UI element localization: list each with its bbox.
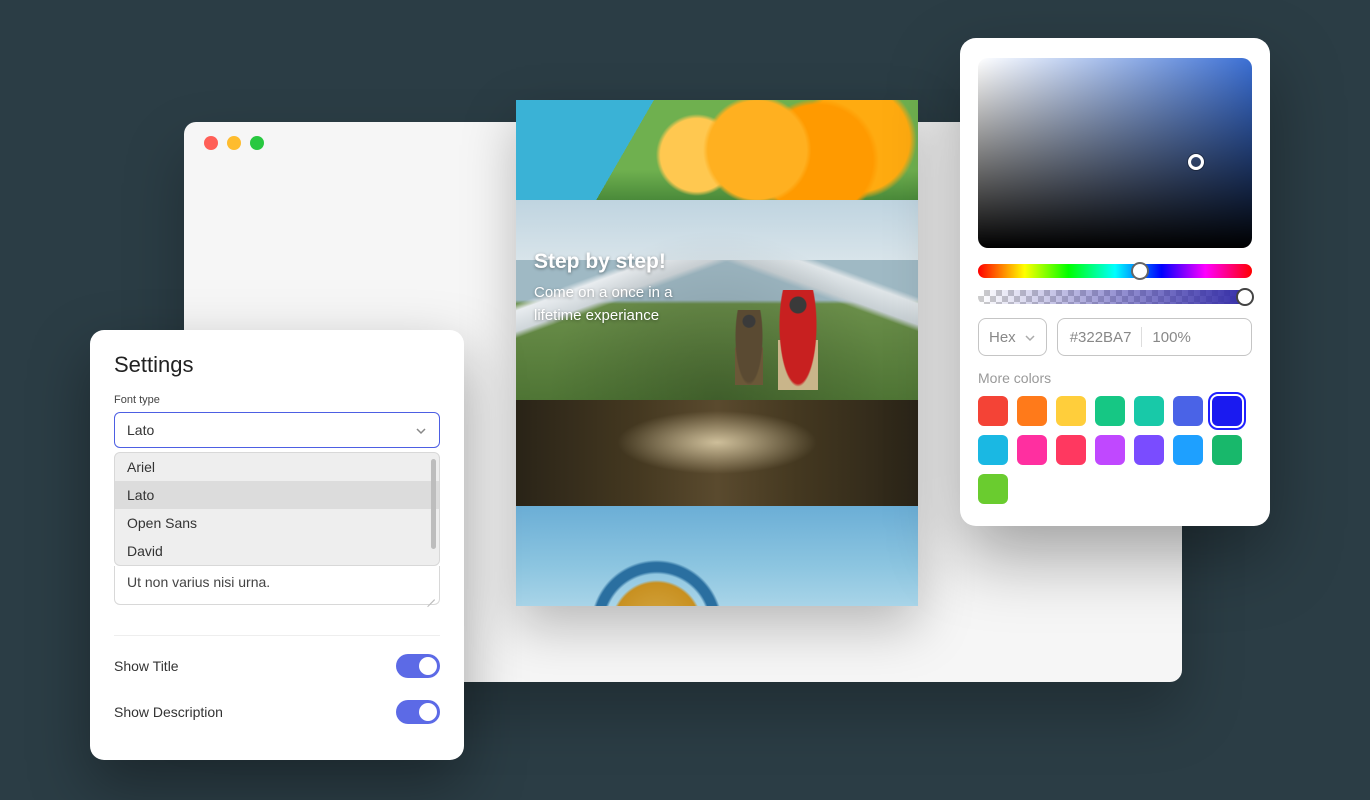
- color-swatch-1[interactable]: [1017, 396, 1047, 426]
- resize-handle-icon[interactable]: [425, 590, 435, 600]
- sample-text-input[interactable]: Ut non varius nisi urna.: [114, 566, 440, 605]
- color-swatch-12[interactable]: [1173, 435, 1203, 465]
- preview-subline: Come on a once in a lifetime experiance: [534, 282, 672, 327]
- preview-image-hikers: Step by step! Come on a once in a lifeti…: [516, 200, 918, 400]
- preview-image-toast: [516, 400, 918, 506]
- alpha-slider[interactable]: [978, 290, 1252, 304]
- color-swatch-4[interactable]: [1134, 396, 1164, 426]
- color-swatch-8[interactable]: [1017, 435, 1047, 465]
- show-description-row: Show Description: [114, 700, 440, 724]
- color-swatch-11[interactable]: [1134, 435, 1164, 465]
- chevron-down-icon: [1024, 331, 1036, 343]
- show-description-toggle[interactable]: [396, 700, 440, 724]
- scrollbar-thumb[interactable]: [431, 459, 436, 549]
- hex-value: #322BA7: [1070, 329, 1132, 346]
- font-type-select[interactable]: Lato: [114, 412, 440, 448]
- font-option-david[interactable]: David: [115, 537, 439, 565]
- font-type-label: Font type: [114, 394, 440, 406]
- divider: [114, 635, 440, 636]
- preview-headline: Step by step!: [534, 250, 672, 274]
- color-swatch-7[interactable]: [978, 435, 1008, 465]
- swatch-grid: [978, 396, 1252, 504]
- hue-slider-thumb[interactable]: [1131, 262, 1149, 280]
- maximize-icon[interactable]: [250, 136, 264, 150]
- color-swatch-14[interactable]: [978, 474, 1008, 504]
- alpha-slider-thumb[interactable]: [1236, 288, 1254, 306]
- chevron-down-icon: [415, 424, 427, 436]
- show-description-label: Show Description: [114, 704, 223, 720]
- show-title-label: Show Title: [114, 658, 179, 674]
- color-cursor[interactable]: [1188, 154, 1204, 170]
- preview-image-carousel: [516, 506, 918, 606]
- font-dropdown[interactable]: Ariel Lato Open Sans David: [114, 452, 440, 566]
- color-swatch-3[interactable]: [1095, 396, 1125, 426]
- color-swatch-13[interactable]: [1212, 435, 1242, 465]
- show-title-row: Show Title: [114, 654, 440, 678]
- separator: [1141, 327, 1142, 347]
- color-swatch-5[interactable]: [1173, 396, 1203, 426]
- alpha-value: 100%: [1152, 329, 1190, 346]
- color-hex-input[interactable]: #322BA7 100%: [1057, 318, 1252, 356]
- color-swatch-9[interactable]: [1056, 435, 1086, 465]
- show-title-toggle[interactable]: [396, 654, 440, 678]
- color-swatch-0[interactable]: [978, 396, 1008, 426]
- color-picker-panel: Hex #322BA7 100% More colors: [960, 38, 1270, 526]
- hue-slider[interactable]: [978, 264, 1252, 278]
- minimize-icon[interactable]: [227, 136, 241, 150]
- font-option-lato[interactable]: Lato: [115, 481, 439, 509]
- color-gradient-canvas[interactable]: [978, 58, 1252, 248]
- color-format-select[interactable]: Hex: [978, 318, 1047, 356]
- color-swatch-2[interactable]: [1056, 396, 1086, 426]
- font-selected-value: Lato: [127, 422, 154, 438]
- close-icon[interactable]: [204, 136, 218, 150]
- settings-title: Settings: [114, 352, 440, 378]
- color-swatch-6[interactable]: [1212, 396, 1242, 426]
- color-input-row: Hex #322BA7 100%: [978, 318, 1252, 356]
- color-swatch-10[interactable]: [1095, 435, 1125, 465]
- settings-panel: Settings Font type Lato Ariel Lato Open …: [90, 330, 464, 760]
- font-option-opensans[interactable]: Open Sans: [115, 509, 439, 537]
- font-option-ariel[interactable]: Ariel: [115, 453, 439, 481]
- preview-panel: Step by step! Come on a once in a lifeti…: [516, 100, 918, 606]
- more-colors-label: More colors: [978, 370, 1252, 386]
- preview-image-flowers: [516, 100, 918, 200]
- preview-overlay-text: Step by step! Come on a once in a lifeti…: [534, 250, 672, 327]
